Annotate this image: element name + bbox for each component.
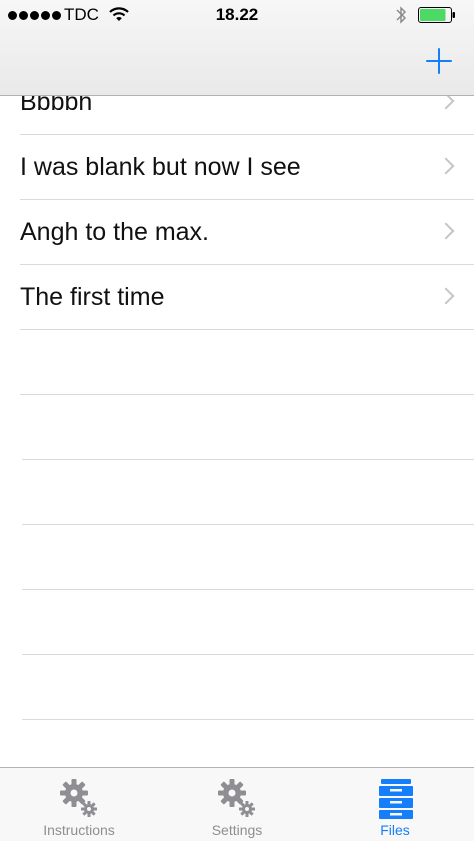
tab-bar: Instructions Settings Files [0,767,474,841]
empty-row [22,525,474,590]
chevron-right-icon [437,222,455,240]
table-row[interactable]: I was blank but now I see [20,135,474,200]
add-file-button[interactable] [422,44,456,78]
tab-files[interactable]: Files [316,768,474,841]
tab-instructions[interactable]: Instructions [0,768,158,841]
tab-label: Files [380,822,410,838]
status-bar: TDC 18.22 [0,0,474,30]
files-screen: TDC 18.22 Bbbbh I was blank but now I se… [0,0,474,841]
file-cabinet-icon [379,779,413,819]
row-title: The first time [20,283,165,311]
tab-settings[interactable]: Settings [158,768,316,841]
tab-label: Instructions [43,822,115,838]
empty-row [20,330,474,395]
table-row[interactable]: The first time [20,265,474,330]
tab-label: Settings [211,822,263,838]
empty-row [22,395,474,460]
chevron-right-icon [437,287,455,305]
header: TDC 18.22 [0,0,474,96]
row-title: Angh to the max. [20,218,210,246]
bluetooth-icon [396,6,406,24]
empty-row [22,655,474,720]
gears-icon [218,779,255,817]
gears-icon [60,779,97,817]
empty-row [22,460,474,525]
table-row[interactable]: Angh to the max. [20,200,474,265]
empty-row [22,590,474,655]
files-table: Bbbbh I was blank but now I see Angh to … [0,70,474,720]
navigation-bar [0,30,474,95]
row-title: I was blank but now I see [20,153,301,181]
chevron-right-icon [437,157,455,175]
battery-icon [418,7,455,23]
